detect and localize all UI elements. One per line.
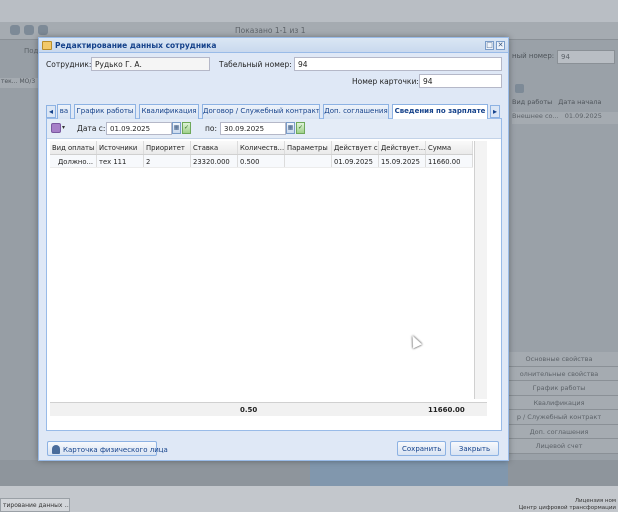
card-number-field[interactable]: 94 — [419, 74, 502, 88]
col-valid-to[interactable]: Действует... — [379, 141, 426, 154]
bg-accordion-item: Доп. соглашения — [500, 424, 618, 439]
tab-contract[interactable]: Договор / Служебный контракт — [202, 104, 320, 119]
summary-quantity: 0.50 — [240, 406, 258, 414]
col-sum[interactable]: Сумма — [426, 141, 473, 154]
col-quantity[interactable]: Количеств... — [238, 141, 285, 154]
dialog-header[interactable]: Редактирование данных сотрудника □ ✕ — [39, 38, 508, 53]
clear-date-icon[interactable]: ✓ — [296, 122, 305, 134]
cell-valid-to: 15.09.2025 — [379, 155, 426, 167]
dialog-title: Редактирование данных сотрудника — [55, 40, 217, 50]
app-header — [0, 0, 618, 22]
bg-accordion-item: Квалификация — [500, 395, 618, 410]
grid-header: Вид оплаты Источники Приоритет Ставка Ко… — [50, 141, 473, 155]
license-line: Лицензия ном — [574, 498, 616, 504]
employee-field[interactable]: Рудько Г. А. — [91, 57, 210, 71]
calendar-icon[interactable]: ▦ — [172, 122, 181, 134]
bg-accordion: Основные свойства олнительные свойства Г… — [500, 352, 618, 454]
bg-grid-row: Внешнее со... 01.09.2025 — [512, 112, 618, 124]
maximize-icon[interactable]: □ — [485, 41, 494, 50]
tab-qualification[interactable]: Квалификация — [139, 104, 199, 119]
close-icon[interactable]: ✕ — [496, 41, 505, 50]
person-icon — [52, 445, 60, 454]
left-panel — [0, 40, 40, 460]
bg-grid-col: Вид работы — [512, 98, 553, 106]
date-from-label: Дата с: — [77, 124, 106, 133]
license-line: Центр цифровой трансформации — [518, 505, 616, 511]
col-rate[interactable]: Ставка — [191, 141, 238, 154]
filter-icon — [24, 25, 34, 35]
bg-grid-cell: Внешнее со... — [512, 112, 559, 120]
bg-add-icon — [515, 84, 524, 93]
col-priority[interactable]: Приоритет — [144, 141, 191, 154]
settings-icon — [38, 25, 48, 35]
person-card-button[interactable]: Карточка физического лица — [47, 441, 168, 456]
date-to-input[interactable]: 30.09.2025 — [220, 122, 286, 135]
grid-summary: 0.50 11660.00 — [50, 402, 487, 416]
taskbar-item[interactable]: тирование данных ... — [0, 498, 70, 512]
tab-scroll-right-icon[interactable]: ▸ — [490, 105, 500, 118]
bg-accordion-item: Лицевой счет — [500, 439, 618, 454]
clear-date-icon[interactable]: ✓ — [182, 122, 191, 134]
summary-spacer — [50, 403, 238, 416]
cell-priority: 2 — [144, 155, 191, 167]
add-icon — [51, 123, 61, 133]
card-number-label: Номер карточки: — [352, 77, 419, 86]
save-button[interactable]: Сохранить — [397, 441, 446, 456]
toolbar-icons — [10, 25, 48, 35]
tab-number-label: Табельный номер: — [219, 60, 292, 69]
date-from-input[interactable]: 01.09.2025 — [106, 122, 172, 135]
date-to-label: по: — [205, 124, 218, 133]
bg-grid-cell: 01.09.2025 — [564, 112, 602, 120]
cell-quantity: 0.500 — [238, 155, 285, 167]
salary-panel: ▾ Дата с: 01.09.2025 ▦ ✓ по: 30.09.2025 … — [46, 119, 502, 431]
summary-sum: 11660.00 — [428, 406, 465, 414]
tab-number-field[interactable]: 94 — [294, 57, 502, 71]
person-card-label: Карточка физического лица — [63, 446, 168, 454]
bg-accordion-item: График работы — [500, 381, 618, 396]
close-button[interactable]: Закрыть — [450, 441, 499, 456]
add-icon — [10, 25, 20, 35]
tab-salary-info[interactable]: Сведения по зарплате — [392, 104, 488, 120]
tab-scroll-left-icon[interactable]: ◂ — [46, 105, 56, 118]
license-info: Лицензия ном Центр цифровой трансформаци… — [519, 498, 616, 512]
cell-parameters — [285, 155, 332, 167]
col-payment-type[interactable]: Вид оплаты — [50, 141, 97, 154]
bg-accordion-item: Основные свойства — [500, 352, 618, 367]
bg-blue-block — [310, 460, 508, 486]
grid-scrollbar[interactable] — [474, 141, 487, 399]
bg-accordion-item: р / Служебный контракт — [500, 410, 618, 425]
salary-toolbar: ▾ Дата с: 01.09.2025 ▦ ✓ по: 30.09.2025 … — [47, 119, 501, 139]
cell-sum: 11660.00 — [426, 155, 473, 167]
salary-grid: Вид оплаты Источники Приоритет Ставка Ко… — [50, 141, 473, 168]
tab-work-schedule[interactable]: График работы — [74, 104, 136, 119]
tab-agreements[interactable]: Доп. соглашения — [323, 104, 389, 119]
col-parameters[interactable]: Параметры — [285, 141, 332, 154]
col-valid-from[interactable]: Действует с — [332, 141, 379, 154]
col-sources[interactable]: Источники — [97, 141, 144, 154]
cell-sources: тех 111 — [97, 155, 144, 167]
records-count: Показано 1-1 из 1 — [235, 26, 306, 35]
tab-basic[interactable]: ва — [57, 104, 71, 119]
cell-payment-type: Должно... — [50, 155, 97, 167]
cell-rate: 23320.000 — [191, 155, 238, 167]
chevron-down-icon: ▾ — [62, 124, 66, 131]
employee-label: Сотрудник: — [46, 60, 92, 69]
left-panel-row: тек... МО/3 — [0, 78, 40, 88]
bg-grid-header: Вид работы Дата начала — [512, 98, 618, 110]
table-row[interactable]: Должно... тех 111 2 23320.000 0.500 01.0… — [50, 155, 473, 168]
bg-tab-number-label: ный номер: — [512, 52, 555, 60]
bg-grid-col: Дата начала — [558, 98, 602, 106]
tab-strip: ◂ ва График работы Квалификация Договор … — [46, 103, 502, 120]
calendar-icon[interactable]: ▦ — [286, 122, 295, 134]
window-icon — [42, 40, 52, 50]
cell-valid-from: 01.09.2025 — [332, 155, 379, 167]
bg-accordion-item: олнительные свойства — [500, 366, 618, 381]
add-menu-button[interactable]: ▾ — [51, 122, 67, 135]
bg-tab-number-field: 94 — [557, 50, 615, 64]
